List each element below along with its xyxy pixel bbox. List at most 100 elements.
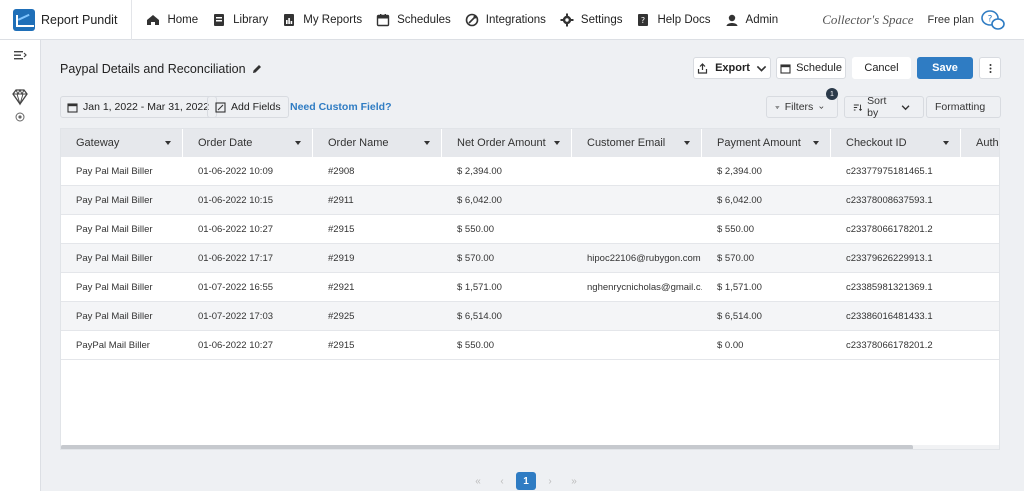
nav-home[interactable]: Home — [146, 13, 198, 27]
date-range-label: Jan 1, 2022 - Mar 31, 2022 — [83, 101, 210, 113]
first-page-button[interactable]: « — [468, 472, 488, 490]
next-page-button[interactable]: › — [540, 472, 560, 490]
column-header-gateway[interactable]: Gateway — [61, 129, 183, 157]
cell-order-date: 01-06-2022 10:27 — [198, 223, 274, 235]
report-pundit-logo-icon — [13, 8, 35, 31]
column-header-checkout-id[interactable]: Checkout ID — [831, 129, 961, 157]
prev-page-button[interactable]: ‹ — [492, 472, 512, 490]
export-button[interactable]: Export — [693, 57, 771, 79]
cell-checkout-id: c23378008637593.1 — [846, 194, 933, 206]
kebab-menu-icon — [989, 63, 991, 73]
sort-caret-icon[interactable] — [424, 141, 430, 145]
nav-integrations[interactable]: Integrations — [465, 13, 546, 27]
cell-order-date: 01-06-2022 17:17 — [198, 252, 274, 264]
sort-caret-icon[interactable] — [943, 141, 949, 145]
column-label: Checkout ID — [846, 137, 907, 149]
sort-caret-icon[interactable] — [554, 141, 560, 145]
table-row[interactable]: Pay Pal Mail Biller 01-06-2022 10:09 #29… — [61, 157, 999, 186]
nav-settings[interactable]: Settings — [560, 13, 622, 27]
admin-icon — [725, 13, 739, 27]
cell-order-name: #2919 — [328, 252, 355, 264]
schedule-button[interactable]: Schedule — [776, 57, 846, 79]
export-label: Export — [715, 62, 750, 74]
column-label: Net Order Amount — [457, 137, 546, 149]
diamond-icon[interactable] — [11, 88, 29, 106]
cell-order-name: #2911 — [328, 194, 354, 206]
chat-help-icon[interactable]: ? — [980, 8, 1006, 32]
library-icon — [212, 13, 226, 27]
plan-badge: Free plan — [927, 13, 974, 26]
nav-help-docs[interactable]: ? Help Docs — [636, 13, 711, 27]
formatting-label: Formatting — [935, 101, 986, 113]
column-header-order-date[interactable]: Order Date — [183, 129, 313, 157]
cell-payment-amount: $ 6,514.00 — [717, 310, 762, 322]
column-header-auth[interactable]: Auth — [961, 129, 999, 157]
cell-checkout-id: c23378066178201.2 — [846, 339, 933, 351]
cell-net-order-amount: $ 550.00 — [457, 339, 494, 351]
page-1-button[interactable]: 1 — [516, 472, 536, 490]
sort-caret-icon[interactable] — [295, 141, 301, 145]
last-page-button[interactable]: » — [564, 472, 584, 490]
cell-gateway: Pay Pal Mail Biller — [76, 223, 153, 235]
brand-name: Report Pundit — [41, 12, 118, 27]
filters-button[interactable]: Filters 1 — [766, 88, 838, 118]
cancel-button[interactable]: Cancel — [852, 57, 911, 79]
formatting-button[interactable]: Formatting — [926, 96, 1001, 118]
nav-label: Schedules — [397, 13, 451, 26]
scrollbar-thumb[interactable] — [61, 445, 913, 449]
nav-admin[interactable]: Admin — [725, 13, 778, 27]
nav-my-reports[interactable]: My Reports — [282, 13, 362, 27]
pencil-icon[interactable] — [252, 64, 262, 74]
cell-gateway: Pay Pal Mail Biller — [76, 252, 153, 264]
calendar-icon — [376, 13, 390, 27]
column-header-order-name[interactable]: Order Name — [313, 129, 442, 157]
table-row[interactable]: Pay Pal Mail Biller 01-06-2022 10:15 #29… — [61, 186, 999, 215]
cell-gateway: Pay Pal Mail Biller — [76, 281, 153, 293]
date-range-picker[interactable]: Jan 1, 2022 - Mar 31, 2022 — [60, 96, 218, 118]
table-row[interactable]: Pay Pal Mail Biller 01-06-2022 17:17 #29… — [61, 244, 999, 273]
cell-net-order-amount: $ 6,514.00 — [457, 310, 502, 322]
cell-customer-email: hipoc22106@rubygon.com — [587, 252, 701, 264]
sort-by-label: Sort by — [867, 95, 887, 119]
menu-toggle-icon[interactable] — [11, 46, 29, 64]
nav-label: Library — [233, 13, 269, 26]
column-header-payment-amount[interactable]: Payment Amount — [702, 129, 831, 157]
sort-by-button[interactable]: Sort by — [844, 95, 924, 119]
cancel-label: Cancel — [864, 62, 899, 74]
chevron-down-icon — [901, 104, 910, 110]
column-header-customer-email[interactable]: Customer Email — [572, 129, 702, 157]
pagination: « ‹ 1 › » — [466, 472, 586, 490]
brand[interactable]: Report Pundit — [0, 0, 133, 40]
sort-caret-icon[interactable] — [165, 141, 171, 145]
sort-caret-icon[interactable] — [813, 141, 819, 145]
need-custom-field-link[interactable]: Need Custom Field? — [290, 101, 392, 113]
cell-net-order-amount: $ 6,042.00 — [457, 194, 502, 206]
cell-payment-amount: $ 6,042.00 — [717, 194, 762, 206]
add-fields-label: Add Fields — [231, 101, 281, 113]
export-icon — [697, 62, 708, 74]
cell-customer-email — [572, 302, 702, 330]
nav-library[interactable]: Library — [212, 13, 268, 27]
nav-schedules[interactable]: Schedules — [376, 13, 451, 27]
table-row[interactable]: PayPal Mail Biller 01-06-2022 10:27 #291… — [61, 331, 999, 360]
more-options-button[interactable] — [979, 57, 1001, 79]
column-label: Payment Amount — [717, 137, 801, 149]
column-label: Gateway — [76, 137, 120, 149]
workspace-name[interactable]: Collector's Space — [822, 12, 913, 28]
column-header-net-order-amount[interactable]: Net Order Amount — [442, 129, 572, 157]
table-row[interactable]: Pay Pal Mail Biller 01-06-2022 10:27 #29… — [61, 215, 999, 244]
sort-caret-icon[interactable] — [684, 141, 690, 145]
cell-payment-amount: $ 550.00 — [717, 223, 754, 235]
cell-order-date: 01-06-2022 10:27 — [198, 339, 274, 351]
report-title[interactable]: Paypal Details and Reconciliation — [60, 62, 262, 76]
report-header: Paypal Details and Reconciliation Export… — [60, 50, 1010, 86]
table-row[interactable]: Pay Pal Mail Biller 01-07-2022 16:55 #29… — [61, 273, 999, 302]
horizontal-scrollbar[interactable] — [61, 445, 999, 449]
cell-gateway: Pay Pal Mail Biller — [76, 165, 153, 177]
cell-order-name: #2908 — [328, 165, 355, 177]
cell-checkout-id: c23385981321369.1 — [846, 281, 933, 293]
save-button[interactable]: Save — [917, 57, 973, 79]
table-row[interactable]: Pay Pal Mail Biller 01-07-2022 17:03 #29… — [61, 302, 999, 331]
filter-count-badge: 1 — [826, 88, 838, 100]
add-fields-button[interactable]: Add Fields — [207, 96, 289, 118]
